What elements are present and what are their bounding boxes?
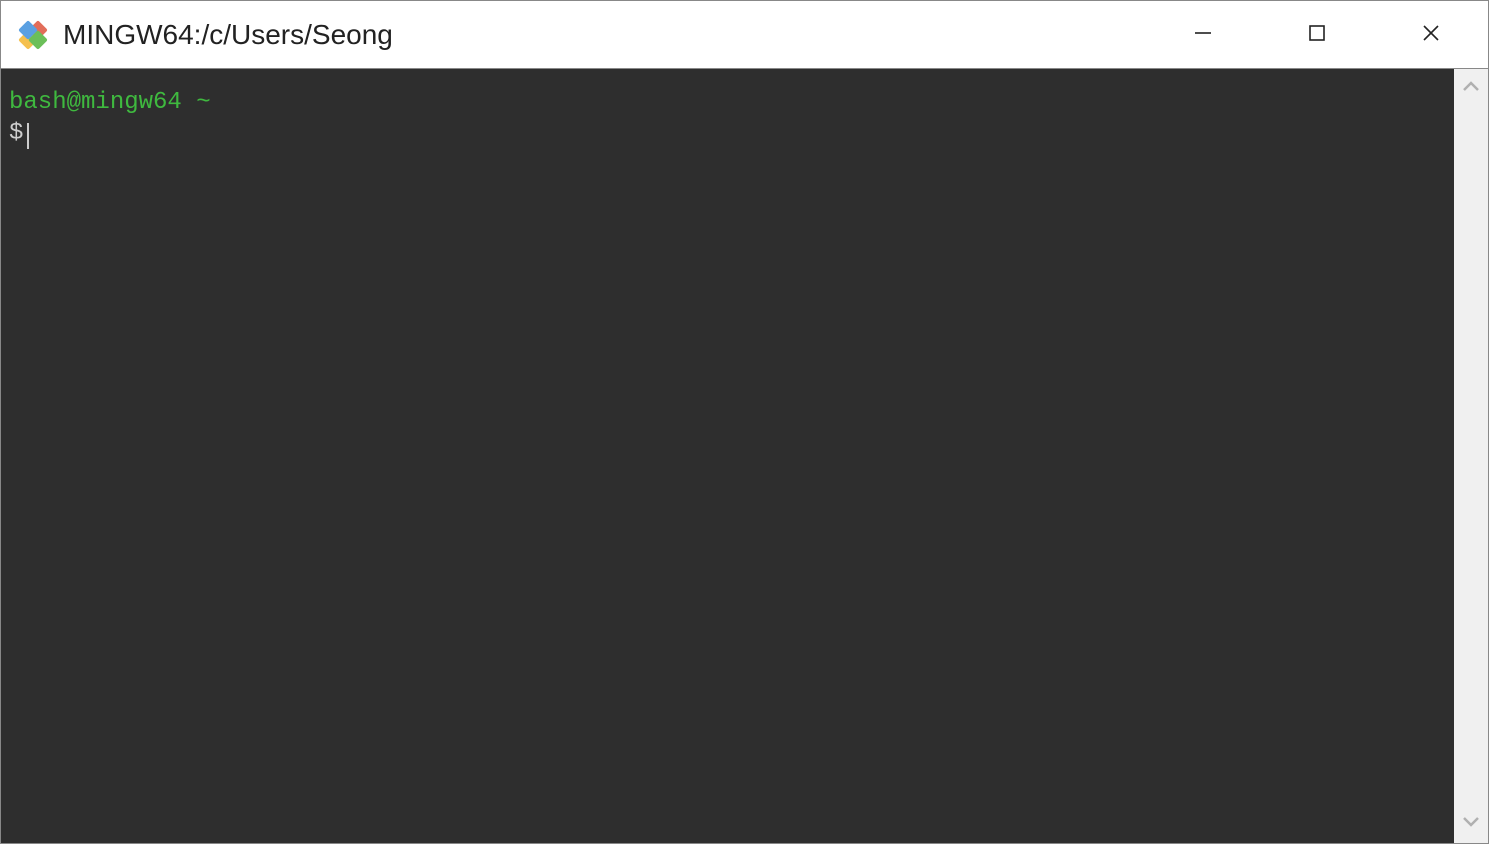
close-button[interactable] xyxy=(1374,1,1488,68)
minimize-icon xyxy=(1193,23,1213,46)
maximize-button[interactable] xyxy=(1260,1,1374,68)
minimize-button[interactable] xyxy=(1146,1,1260,68)
terminal[interactable]: bash@mingw64 ~ $ xyxy=(1,69,1454,843)
titlebar[interactable]: MINGW64:/c/Users/Seong xyxy=(1,1,1488,69)
app-icon xyxy=(17,19,49,51)
chevron-down-icon xyxy=(1462,814,1480,832)
prompt-line: bash@mingw64 ~ xyxy=(9,87,1446,118)
maximize-icon xyxy=(1307,23,1327,46)
chevron-up-icon xyxy=(1462,80,1480,98)
scroll-down-button[interactable] xyxy=(1454,809,1488,837)
prompt-dollar: $ xyxy=(9,120,23,147)
window: MINGW64:/c/Users/Seong xyxy=(0,0,1489,844)
window-controls xyxy=(1146,1,1488,68)
prompt-path: ~ xyxy=(196,89,210,116)
window-title: MINGW64:/c/Users/Seong xyxy=(63,19,1146,51)
close-icon xyxy=(1421,23,1441,46)
scrollbar[interactable] xyxy=(1454,69,1488,843)
scroll-up-button[interactable] xyxy=(1454,75,1488,103)
command-line[interactable]: $ xyxy=(9,118,1446,149)
cursor xyxy=(27,123,29,149)
terminal-area: bash@mingw64 ~ $ xyxy=(1,69,1488,843)
prompt-user-host: bash@mingw64 xyxy=(9,89,182,116)
